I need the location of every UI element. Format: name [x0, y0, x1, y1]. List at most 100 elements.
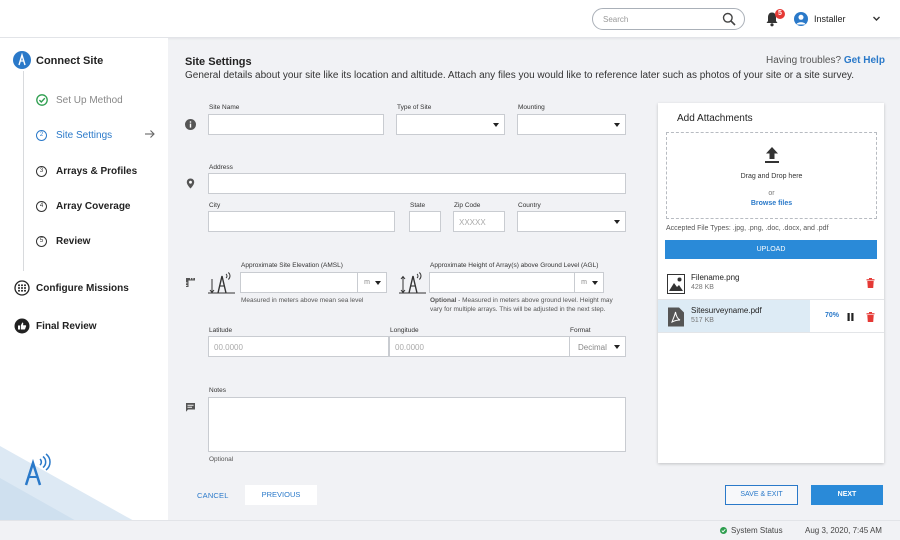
sidebar-step-set-up-method[interactable]: Set Up Method: [36, 92, 123, 108]
elevation-label: Approximate Site Elevation (AMSL): [241, 262, 343, 269]
height-input[interactable]: [430, 274, 573, 293]
notification-badge: 5: [775, 9, 785, 19]
elevation-unit[interactable]: m: [364, 279, 370, 286]
avatar[interactable]: [794, 12, 808, 26]
step-label: Review: [56, 235, 91, 247]
upload-button[interactable]: UPLOAD: [665, 240, 877, 259]
sidebar-step-arrays-profiles[interactable]: 3 Arrays & Profiles: [36, 163, 137, 179]
elevation-field[interactable]: m: [240, 272, 387, 293]
country-select[interactable]: [517, 211, 626, 232]
file-name: Filename.png: [691, 273, 740, 282]
page-description: General details about your site like its…: [185, 70, 855, 81]
attachment-row[interactable]: Filename.png 428 KB: [658, 267, 884, 300]
mounting-select[interactable]: [517, 114, 626, 135]
trash-icon[interactable]: [866, 278, 875, 288]
height-field[interactable]: m: [429, 272, 604, 293]
location-pin-icon: [186, 178, 195, 189]
longitude-input[interactable]: [390, 338, 569, 357]
site-name-input[interactable]: [209, 116, 383, 135]
unit-divider: [357, 273, 358, 292]
sidebar-title[interactable]: Connect Site: [36, 55, 103, 67]
attachment-row-uploading[interactable]: Sitesurveyname.pdf 517 KB: [658, 300, 810, 333]
state-field[interactable]: [409, 211, 441, 232]
file-size: 428 KB: [691, 284, 714, 291]
grid-dots-icon: [14, 280, 30, 296]
type-of-site-select[interactable]: [396, 114, 505, 135]
drop-text: Drag and Drop here: [740, 173, 803, 180]
info-icon: [185, 119, 196, 130]
image-file-icon: [667, 274, 685, 294]
elevation-hint: Measured in meters above mean sea level: [241, 297, 364, 304]
city-input[interactable]: [209, 213, 394, 232]
format-value: Decimal: [578, 343, 607, 352]
thumbs-up-icon: [14, 318, 30, 334]
sidebar-step-array-coverage[interactable]: 4 Array Coverage: [36, 198, 130, 214]
drop-zone[interactable]: Drag and Drop here or Browse files: [666, 132, 877, 219]
sidebar: Connect Site Set Up Method 2 Site Settin…: [0, 38, 168, 540]
site-name-label: Site Name: [209, 104, 240, 111]
upload-progress: 70%: [825, 312, 840, 319]
notes-textarea[interactable]: [209, 398, 625, 451]
search-icon[interactable]: [722, 12, 736, 26]
elevation-antenna-icon: [208, 272, 235, 294]
section-label: Final Review: [36, 320, 97, 332]
address-field[interactable]: [208, 173, 626, 194]
latitude-input[interactable]: [209, 338, 388, 357]
notes-hint: Optional: [209, 456, 234, 463]
pause-icon[interactable]: [847, 313, 854, 321]
step-number: 4: [36, 200, 47, 212]
chevron-down-icon[interactable]: [872, 14, 881, 23]
save-exit-button[interactable]: SAVE & EXIT: [725, 485, 798, 505]
next-button[interactable]: NEXT: [811, 485, 883, 505]
help-prefix: Having troubles?: [766, 55, 842, 66]
caret-down-icon[interactable]: [375, 281, 381, 285]
ruler-icon: [186, 278, 195, 287]
user-name[interactable]: Installer: [814, 14, 846, 24]
connect-site-logo-icon: [13, 51, 31, 69]
sidebar-step-site-settings[interactable]: 2 Site Settings: [36, 127, 112, 143]
arrow-right-icon: [145, 130, 155, 138]
step-label: Set Up Method: [56, 94, 123, 106]
browse-files-link[interactable]: Browse files: [667, 200, 876, 207]
user-icon: [796, 14, 806, 25]
system-status-link[interactable]: System Status: [731, 526, 783, 535]
city-label: City: [209, 202, 221, 209]
state-input[interactable]: [410, 213, 440, 232]
sidebar-item-configure-missions[interactable]: Configure Missions: [14, 279, 129, 297]
height-hint-optional: Optional: [430, 297, 457, 304]
sidebar-step-review[interactable]: 5 Review: [36, 233, 90, 249]
cancel-button[interactable]: CANCEL: [197, 491, 229, 500]
comment-icon: [186, 403, 195, 412]
height-unit[interactable]: m: [581, 279, 587, 286]
zip-code-field[interactable]: [453, 211, 505, 232]
get-help-link[interactable]: Get Help: [844, 55, 885, 66]
elevation-input[interactable]: [241, 274, 356, 293]
trash-icon[interactable]: [866, 312, 875, 322]
caret-down-icon: [493, 123, 499, 127]
zip-code-input[interactable]: [454, 213, 504, 232]
sidebar-item-final-review[interactable]: Final Review: [14, 317, 97, 335]
pdf-file-icon: [668, 307, 684, 327]
caret-down-icon[interactable]: [592, 281, 598, 285]
unit-divider: [574, 273, 575, 292]
longitude-field[interactable]: [389, 336, 570, 357]
step-number: 5: [36, 235, 47, 247]
file-size: 517 KB: [691, 317, 714, 324]
type-of-site-label: Type of Site: [397, 104, 432, 111]
height-hint: Optional - Measured in meters above grou…: [430, 296, 622, 314]
search-box[interactable]: [592, 8, 745, 30]
latitude-field[interactable]: [208, 336, 389, 357]
site-name-field[interactable]: [208, 114, 384, 135]
address-input[interactable]: [209, 175, 625, 194]
format-label: Format: [570, 327, 591, 334]
step-label: Arrays & Profiles: [56, 165, 138, 177]
upload-icon: [765, 147, 779, 163]
top-bar: 5 Installer: [0, 0, 900, 38]
search-input[interactable]: [603, 12, 713, 26]
notes-field[interactable]: [208, 397, 626, 452]
step-number: 2: [36, 129, 47, 141]
city-field[interactable]: [208, 211, 395, 232]
previous-button[interactable]: PREVIOUS: [245, 485, 317, 505]
format-select[interactable]: Decimal: [569, 336, 626, 357]
caret-down-icon: [614, 123, 620, 127]
